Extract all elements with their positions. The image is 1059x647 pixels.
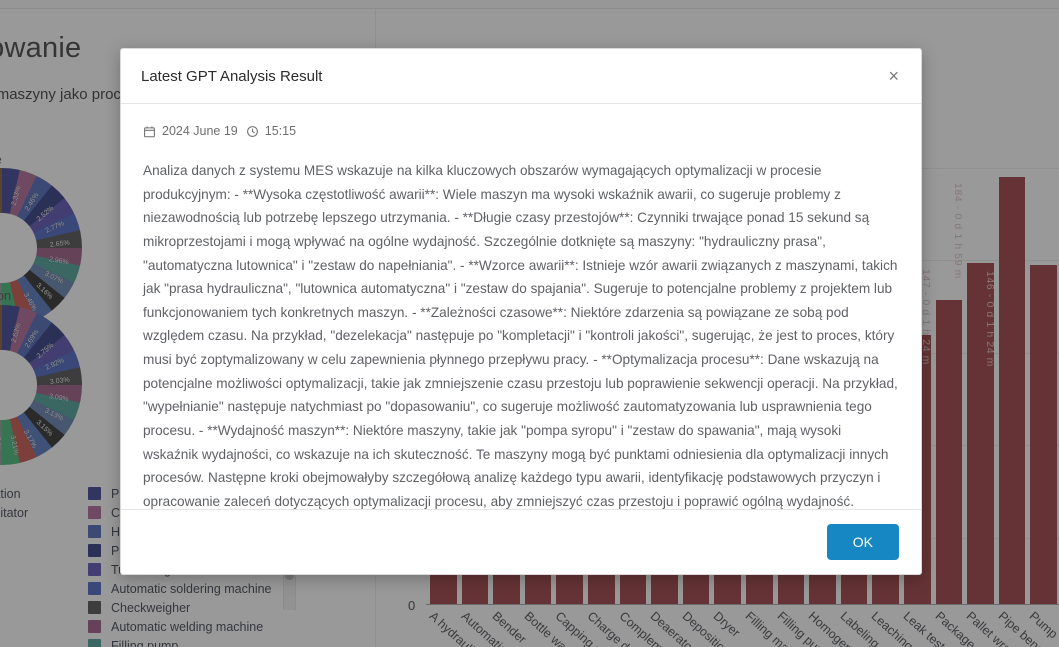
modal-footer: OK	[121, 509, 921, 574]
date-meta: 2024 June 19	[143, 124, 238, 138]
modal-header: Latest GPT Analysis Result ×	[121, 49, 921, 104]
gpt-analysis-modal: Latest GPT Analysis Result × 2024 June 1…	[120, 48, 922, 575]
date-text: 2024 June 19	[162, 124, 238, 138]
close-icon[interactable]: ×	[882, 63, 905, 89]
time-text: 15:15	[264, 124, 297, 138]
time-meta: 15:15	[246, 124, 296, 138]
clock-icon	[246, 125, 259, 138]
calendar-icon	[143, 125, 156, 138]
modal-body: 2024 June 19 15:15 Analiza danych z syst…	[121, 104, 921, 509]
app-root: Analizowanie Przestoje maszyny jako proc…	[0, 0, 1059, 647]
analysis-result-text: Analiza danych z systemu MES wskazuje na…	[143, 163, 902, 509]
ok-button[interactable]: OK	[826, 524, 899, 560]
metadata-row: 2024 June 19 15:15	[143, 124, 899, 138]
modal-title: Latest GPT Analysis Result	[141, 67, 323, 85]
